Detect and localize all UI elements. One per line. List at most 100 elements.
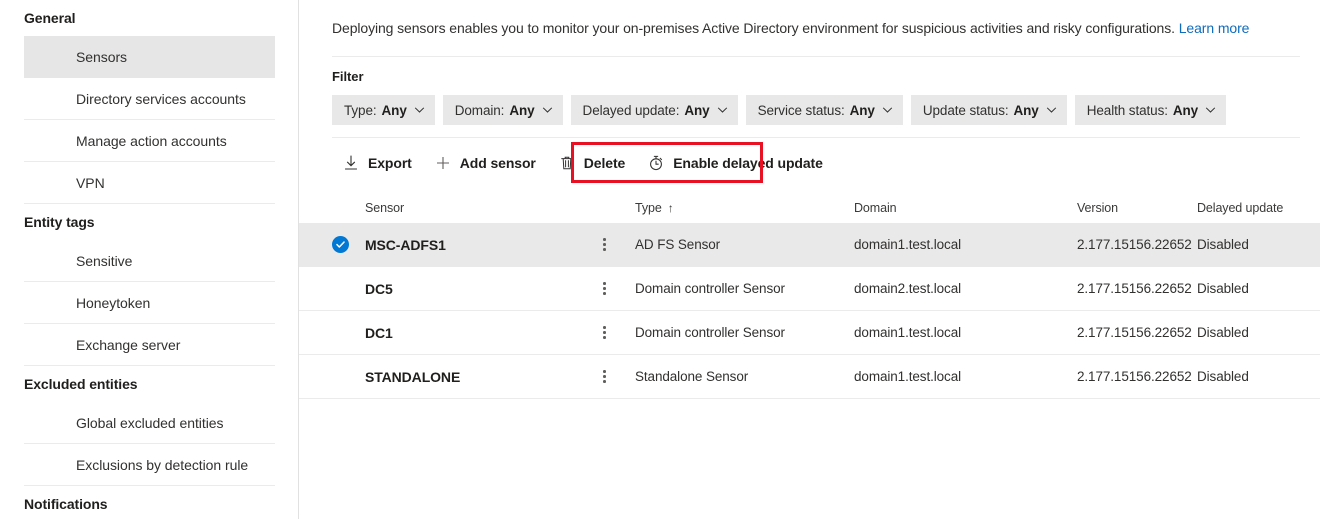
enable-delayed-update-button[interactable]: Enable delayed update: [637, 147, 835, 179]
cell-domain: domain1.test.local: [854, 237, 1077, 252]
sidebar-item-directory-services-accounts[interactable]: Directory services accounts: [24, 78, 275, 120]
filter-domain[interactable]: Domain:Any: [443, 95, 563, 125]
filter-value: Any: [684, 103, 709, 118]
row-checkbox[interactable]: [332, 236, 365, 253]
sidebar-item-label: Exchange server: [76, 337, 180, 353]
cell-sensor: MSC-ADFS1: [365, 237, 603, 253]
cell-sensor: STANDALONE: [365, 369, 603, 385]
nav-group-title-notifications: Notifications: [0, 486, 298, 519]
nav-group-title-excluded-entities: Excluded entities: [0, 366, 298, 402]
info-banner: Deploying sensors enables you to monitor…: [299, 0, 1320, 38]
sort-ascending-icon: ↑: [668, 201, 674, 215]
sidebar-item-label: VPN: [76, 175, 105, 191]
plus-icon: [435, 155, 451, 171]
filter-service-status[interactable]: Service status: Any: [746, 95, 903, 125]
cell-delayed-update: Disabled: [1197, 281, 1308, 296]
cell-delayed-update: Disabled: [1197, 237, 1308, 252]
chevron-down-icon: [414, 104, 424, 114]
sidebar-item-exchange-server[interactable]: Exchange server: [24, 324, 275, 366]
chevron-down-icon: [882, 104, 892, 114]
delete-button[interactable]: Delete: [548, 147, 637, 179]
filter-health-status[interactable]: Health status: Any: [1075, 95, 1226, 125]
command-label: Export: [368, 155, 412, 171]
cell-domain: domain1.test.local: [854, 369, 1077, 384]
filter-value: Any: [1173, 103, 1198, 118]
sidebar-item-global-excluded-entities[interactable]: Global excluded entities: [24, 402, 275, 444]
column-header-sensor[interactable]: Sensor: [365, 201, 603, 215]
sidebar-item-label: Sensors: [76, 49, 127, 65]
cell-version: 2.177.15156.22652: [1077, 237, 1197, 252]
filter-pill-row: Type:AnyDomain:AnyDelayed update:AnyServ…: [299, 84, 1320, 125]
column-header-domain[interactable]: Domain: [854, 201, 1077, 215]
command-label: Add sensor: [460, 155, 536, 171]
cell-version: 2.177.15156.22652: [1077, 369, 1197, 384]
cell-type: AD FS Sensor: [635, 237, 854, 252]
filter-delayed-update[interactable]: Delayed update: Any: [571, 95, 738, 125]
cell-delayed-update: Disabled: [1197, 369, 1308, 384]
table-row[interactable]: DC5 Domain controller Sensordomain2.test.…: [299, 267, 1320, 311]
filter-value: Any: [382, 103, 407, 118]
download-icon: [343, 155, 359, 171]
sidebar-item-manage-action-accounts[interactable]: Manage action accounts: [24, 120, 275, 162]
sidebar-item-vpn[interactable]: VPN: [24, 162, 275, 204]
table-row[interactable]: DC1 Domain controller Sensordomain1.test.…: [299, 311, 1320, 355]
banner-text: Deploying sensors enables you to monitor…: [332, 20, 1175, 36]
filter-type[interactable]: Type:Any: [332, 95, 435, 125]
column-header-label: Domain: [854, 201, 896, 215]
filter-name: Health status:: [1087, 103, 1168, 118]
nav-group-title-entity-tags: Entity tags: [0, 204, 298, 240]
chevron-down-icon: [717, 104, 727, 114]
sidebar-item-sensitive[interactable]: Sensitive: [24, 240, 275, 282]
chevron-down-icon: [542, 104, 552, 114]
cell-type: Domain controller Sensor: [635, 281, 854, 296]
row-more-actions-button[interactable]: [603, 370, 635, 383]
filter-value: Any: [850, 103, 875, 118]
cell-version: 2.177.15156.22652: [1077, 281, 1197, 296]
export-button[interactable]: Export: [332, 147, 424, 179]
column-header-label: Version: [1077, 201, 1118, 215]
filter-label: Filter: [299, 57, 1320, 84]
row-more-actions-button[interactable]: [603, 238, 635, 251]
sidebar-item-sensors[interactable]: Sensors: [24, 36, 275, 78]
column-header-delayed-update[interactable]: Delayed update: [1197, 201, 1308, 215]
more-vertical-icon: [603, 282, 606, 295]
sensors-main-panel: Deploying sensors enables you to monitor…: [299, 0, 1320, 519]
column-header-label: Delayed update: [1197, 201, 1283, 215]
table-row[interactable]: MSC-ADFS1 AD FS Sensordomain1.test.local2…: [299, 223, 1320, 267]
command-label: Delete: [584, 155, 625, 171]
add-sensor-button[interactable]: Add sensor: [424, 147, 548, 179]
check-circle-icon: [332, 236, 349, 253]
sidebar-item-label: Manage action accounts: [76, 133, 227, 149]
chevron-down-icon: [1046, 104, 1056, 114]
filter-value: Any: [1014, 103, 1039, 118]
cell-type: Domain controller Sensor: [635, 325, 854, 340]
filter-name: Delayed update:: [583, 103, 680, 118]
cell-version: 2.177.15156.22652: [1077, 325, 1197, 340]
row-more-actions-button[interactable]: [603, 282, 635, 295]
filter-name: Service status:: [758, 103, 845, 118]
cell-domain: domain2.test.local: [854, 281, 1077, 296]
sidebar-item-exclusions-by-detection-rule[interactable]: Exclusions by detection rule: [24, 444, 275, 486]
table-header-row: Sensor Type↑Domain Version Delayed update: [299, 193, 1320, 223]
filter-update-status[interactable]: Update status: Any: [911, 95, 1067, 125]
sidebar-item-label: Sensitive: [76, 253, 132, 269]
chevron-down-icon: [1205, 104, 1215, 114]
sidebar-item-label: Global excluded entities: [76, 415, 223, 431]
more-vertical-icon: [603, 326, 606, 339]
table-row[interactable]: STANDALONEStandalone Sensordomain1.test.…: [299, 355, 1320, 399]
column-header-label: Sensor: [365, 201, 404, 215]
command-label: Enable delayed update: [673, 155, 823, 171]
cell-sensor: DC1: [365, 325, 603, 341]
column-header-type[interactable]: Type↑: [635, 201, 854, 215]
cell-sensor: DC5: [365, 281, 603, 297]
settings-sidebar: GeneralSensorsDirectory services account…: [0, 0, 299, 519]
sidebar-item-label: Exclusions by detection rule: [76, 457, 248, 473]
row-more-actions-button[interactable]: [603, 326, 635, 339]
cell-domain: domain1.test.local: [854, 325, 1077, 340]
filter-name: Update status:: [923, 103, 1009, 118]
sidebar-item-honeytoken[interactable]: Honeytoken: [24, 282, 275, 324]
learn-more-link[interactable]: Learn more: [1179, 20, 1250, 36]
settings-page: GeneralSensorsDirectory services account…: [0, 0, 1320, 519]
column-header-version[interactable]: Version: [1077, 201, 1197, 215]
cell-delayed-update: Disabled: [1197, 325, 1308, 340]
